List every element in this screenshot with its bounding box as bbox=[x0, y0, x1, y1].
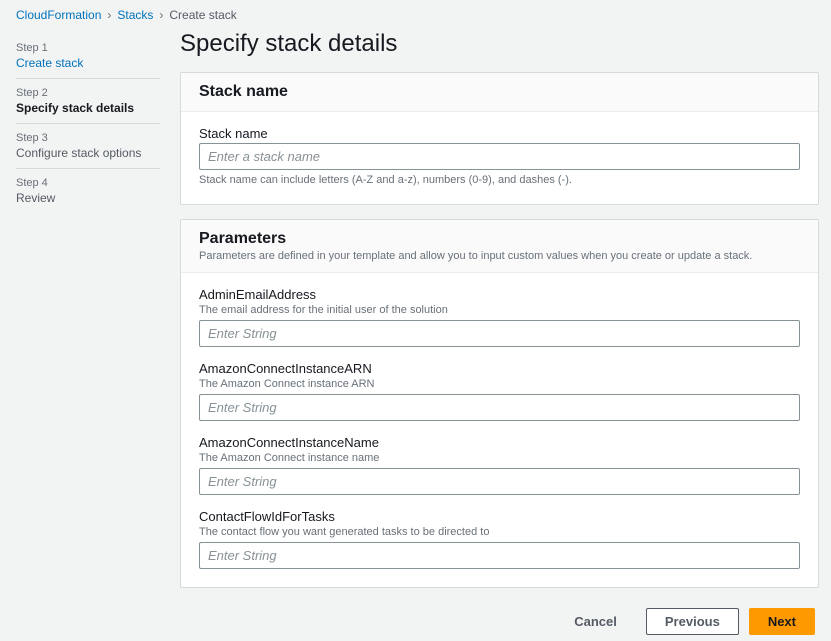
param-desc: The email address for the initial user o… bbox=[199, 304, 800, 316]
stack-name-label: Stack name bbox=[199, 126, 800, 141]
breadcrumb-current: Create stack bbox=[169, 8, 236, 22]
step-label: Step 2 bbox=[16, 87, 160, 99]
next-button[interactable]: Next bbox=[749, 608, 815, 635]
param-desc: The Amazon Connect instance name bbox=[199, 452, 800, 464]
step-1[interactable]: Step 1 Create stack bbox=[16, 34, 160, 79]
wizard-sidebar: Step 1 Create stack Step 2 Specify stack… bbox=[8, 30, 168, 641]
breadcrumb-cloudformation[interactable]: CloudFormation bbox=[16, 8, 101, 22]
step-2[interactable]: Step 2 Specify stack details bbox=[16, 79, 160, 124]
breadcrumb-stacks[interactable]: Stacks bbox=[117, 8, 153, 22]
param-input-contactflow[interactable] bbox=[199, 542, 800, 569]
stack-name-hint: Stack name can include letters (A-Z and … bbox=[199, 174, 800, 186]
panel-heading: Stack name bbox=[199, 83, 800, 101]
param-label-adminemail: AdminEmailAddress bbox=[199, 287, 800, 302]
wizard-footer: Cancel Previous Next bbox=[180, 602, 819, 641]
step-title: Specify stack details bbox=[16, 101, 160, 115]
page-title: Specify stack details bbox=[180, 30, 819, 58]
chevron-right-icon: › bbox=[159, 8, 163, 22]
step-label: Step 1 bbox=[16, 42, 160, 54]
step-title: Create stack bbox=[16, 56, 160, 70]
param-desc: The Amazon Connect instance ARN bbox=[199, 378, 800, 390]
cancel-button[interactable]: Cancel bbox=[555, 608, 636, 635]
step-title: Configure stack options bbox=[16, 146, 160, 160]
param-desc: The contact flow you want generated task… bbox=[199, 526, 800, 538]
step-title: Review bbox=[16, 191, 160, 205]
param-input-instancename[interactable] bbox=[199, 468, 800, 495]
param-label-instancearn: AmazonConnectInstanceARN bbox=[199, 361, 800, 376]
step-label: Step 4 bbox=[16, 177, 160, 189]
previous-button[interactable]: Previous bbox=[646, 608, 739, 635]
step-4[interactable]: Step 4 Review bbox=[16, 169, 160, 213]
param-input-adminemail[interactable] bbox=[199, 320, 800, 347]
param-label-contactflow: ContactFlowIdForTasks bbox=[199, 509, 800, 524]
stack-name-input[interactable] bbox=[199, 143, 800, 170]
step-label: Step 3 bbox=[16, 132, 160, 144]
panel-description: Parameters are defined in your template … bbox=[199, 250, 800, 262]
param-input-instancearn[interactable] bbox=[199, 394, 800, 421]
param-label-instancename: AmazonConnectInstanceName bbox=[199, 435, 800, 450]
parameters-panel: Parameters Parameters are defined in you… bbox=[180, 219, 819, 588]
step-3[interactable]: Step 3 Configure stack options bbox=[16, 124, 160, 169]
stack-name-panel: Stack name Stack name Stack name can inc… bbox=[180, 72, 819, 205]
breadcrumb: CloudFormation › Stacks › Create stack bbox=[0, 0, 831, 30]
chevron-right-icon: › bbox=[107, 8, 111, 22]
panel-heading: Parameters bbox=[199, 230, 800, 248]
